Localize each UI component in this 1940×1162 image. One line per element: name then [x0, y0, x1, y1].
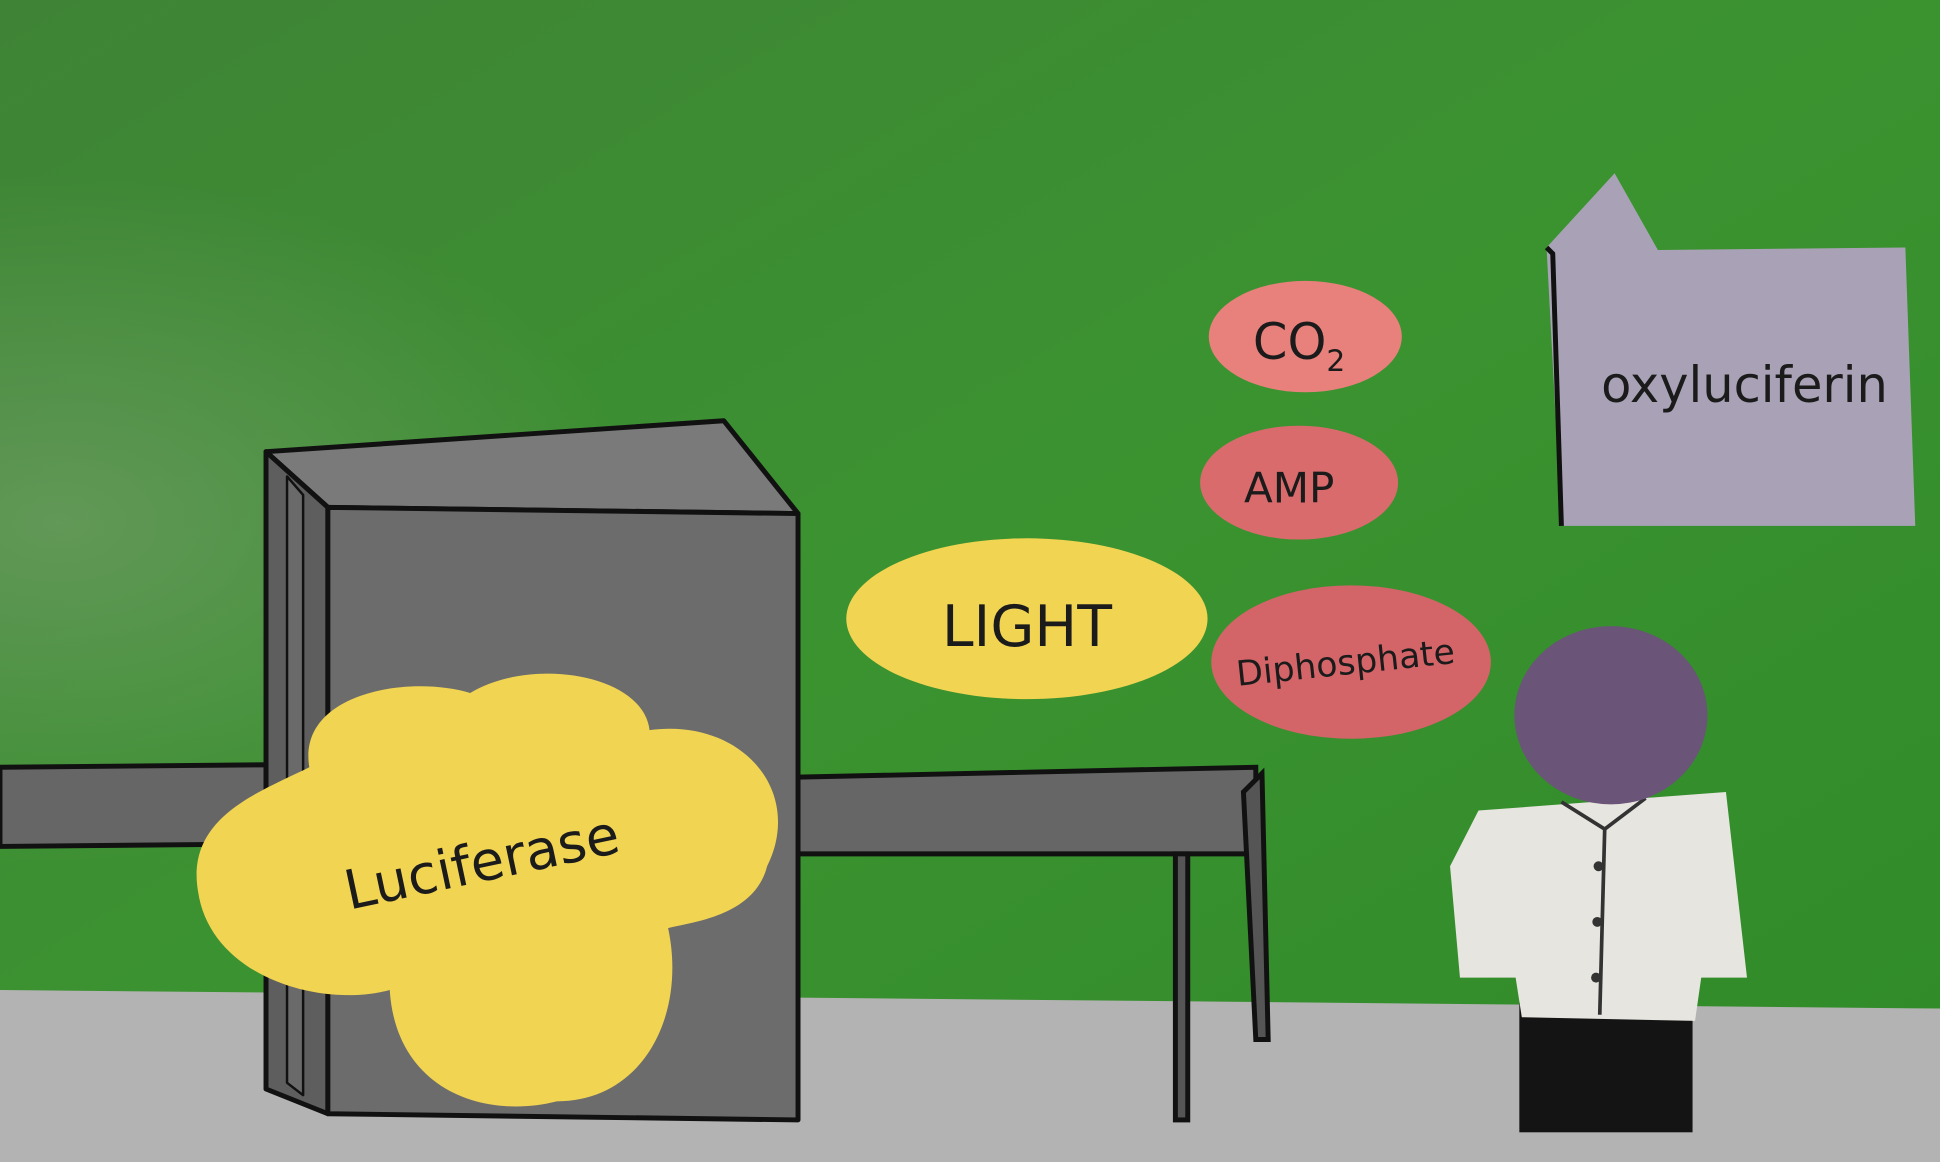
paper-cutout-scene: Luciferase LIGHT CO2 AMP Diphosphate oxy…	[0, 0, 1940, 1162]
oxyluciferin-label: oxyluciferin	[1601, 356, 1888, 414]
light-cutout: LIGHT	[846, 538, 1208, 700]
co2-subscript: 2	[1326, 344, 1345, 379]
co2-cutout: CO2	[1208, 280, 1402, 393]
diphosphate-cutout: Diphosphate	[1211, 585, 1491, 739]
amp-cutout: AMP	[1200, 425, 1399, 540]
scientist-legs	[1519, 1002, 1693, 1133]
light-label: LIGHT	[942, 594, 1112, 660]
scientist-head	[1514, 626, 1708, 805]
amp-label: AMP	[1244, 463, 1334, 512]
co2-main: CO	[1253, 313, 1327, 371]
